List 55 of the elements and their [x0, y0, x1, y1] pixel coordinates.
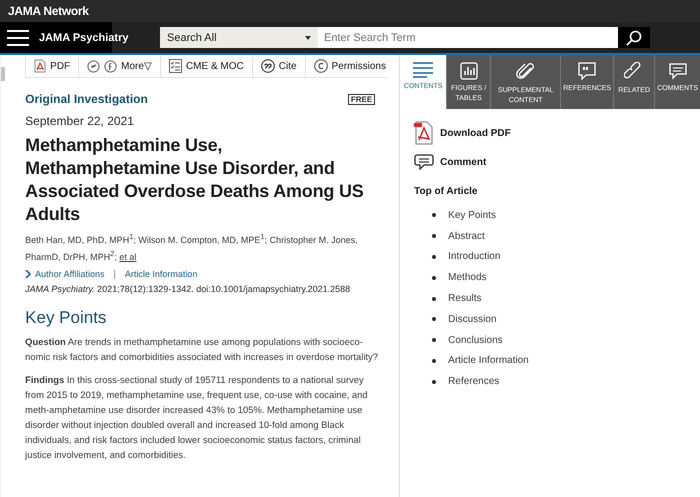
- bullet-icon: [432, 234, 436, 238]
- checklist-icon: [168, 59, 182, 73]
- journal-name[interactable]: JAMA Psychiatry: [39, 32, 128, 44]
- pdf-file-icon: [414, 121, 434, 145]
- copyright-icon: [314, 59, 328, 73]
- toc-link[interactable]: Abstract: [448, 230, 485, 242]
- toc-link[interactable]: Introduction: [448, 251, 500, 262]
- paperclip-icon: [516, 62, 536, 82]
- f-letter-icon[interactable]: [104, 60, 118, 72]
- section-heading: Key Points: [25, 308, 108, 328]
- author-list: Beth Han, MD, PhD, MPH$^{1}$; Wilson M. Compton, MD, MPE$^{1}$; Christopher M. Jones, PharmD, DrPH, MPH$^{2}$; et al: [25, 230, 380, 264]
- citation: JAMA Psychiatry. 2021;78(12):1329-1342. doi:10.1001/jamapsychiatry.2021.2588: [25, 284, 352, 294]
- bullet-icon: [432, 213, 436, 218]
- toc-link[interactable]: References: [448, 376, 500, 388]
- article-information-link[interactable]: Article Information: [124, 269, 198, 279]
- toc-link[interactable]: Article Information: [448, 355, 529, 366]
- quote-bubble-icon: [578, 62, 596, 80]
- dropdown-caret-icon: [305, 36, 311, 40]
- search-icon: [626, 30, 642, 46]
- bullet-icon: [432, 276, 436, 280]
- key-point-paragraph: Question Are trends in methamphetamine use among populations with socioeco-nomic risk factors and comorbidities associated with increases in overdose mortality?: [25, 335, 379, 364]
- toc-link[interactable]: Discussion: [448, 314, 497, 325]
- bullet-icon: [432, 338, 436, 342]
- publication-date: September 22, 2021: [25, 114, 135, 128]
- et-al-link[interactable]: et al: [119, 252, 136, 262]
- search-scope-dropdown[interactable]: Search All: [160, 27, 318, 48]
- bar-chart-icon: [460, 62, 478, 80]
- chevron-icon: [25, 270, 32, 278]
- toc-link[interactable]: Key Points: [448, 210, 496, 221]
- search-button[interactable]: [618, 27, 650, 48]
- toc-link[interactable]: Results: [448, 293, 482, 304]
- pdf-file-icon: [34, 59, 46, 73]
- quote-icon: [260, 59, 275, 73]
- network-logo[interactable]: JAMA Network: [8, 4, 89, 18]
- search-field[interactable]: Enter Search Term: [318, 27, 618, 48]
- link-separator: |: [114, 269, 116, 279]
- article-type: Original Investigation: [25, 92, 148, 106]
- sidebar-action-link[interactable]: Comment: [414, 154, 486, 170]
- speech-bubble-icon: [414, 154, 434, 170]
- bullet-icon: [432, 296, 436, 301]
- bullet-icon: [432, 380, 436, 384]
- list-icon: [413, 62, 434, 78]
- toc-heading: Top of Article: [414, 186, 478, 197]
- bullet-icon: [432, 317, 436, 322]
- article-title: Methamphetamine Use, Methamphetamine Use Disorder, and Associated Overdose Deaths Among US Adults: [25, 134, 365, 226]
- toc-link[interactable]: Methods: [448, 272, 487, 284]
- speech-bubble-icon: [668, 62, 688, 80]
- author-affiliations-link[interactable]: Author Affiliations: [35, 269, 105, 279]
- sidebar-action-link[interactable]: Download PDF: [414, 121, 511, 145]
- bullet-icon: [432, 254, 436, 259]
- free-badge: FREE: [348, 94, 376, 104]
- key-point-paragraph: Findings In this cross-sectional study of 195711 respondents to a national survey from 2015 to 2019, methamphetamine use, frequent use, co-use with cocaine, and meth-amphetamine use disorder increased 43% to 105%. Methamphetamine use disorder without injection doubled overall and increased 10-fold among Black individuals, and risk factors included lower socioeconomic status factors, criminal justice involvement, and comorbidities.: [25, 373, 369, 462]
- menu-icon[interactable]: [7, 30, 29, 46]
- toc-link[interactable]: Conclusions: [448, 334, 503, 346]
- bullet-icon: [432, 358, 436, 363]
